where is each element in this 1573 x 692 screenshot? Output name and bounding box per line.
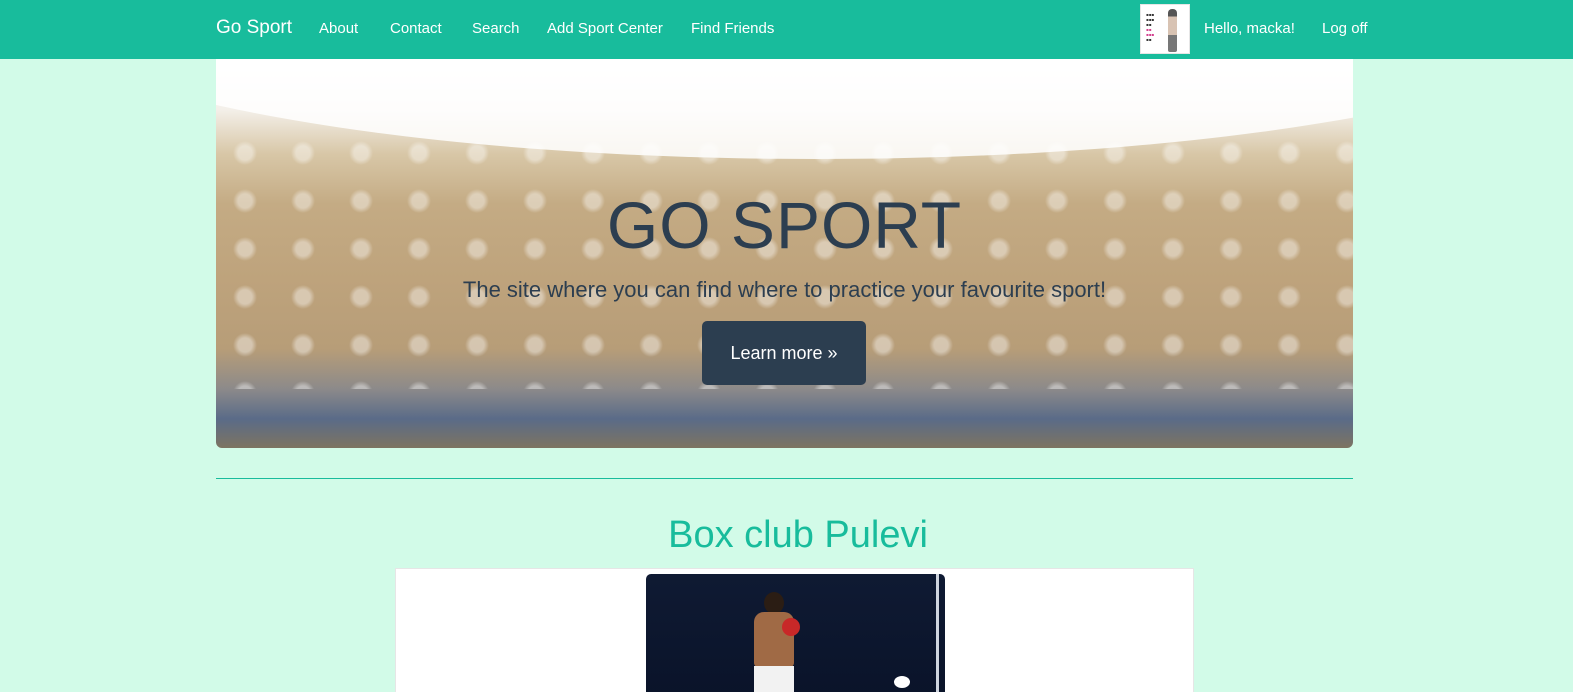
section-divider [216,478,1353,479]
user-avatar[interactable]: ▪▪▪ ▪▪▪ ▪▪ ▪▪ ▪▪▪ ▪▪ [1140,4,1190,54]
hero-subtitle: The site where you can find where to pra… [462,277,1107,302]
avatar-image-art: ▪▪▪ ▪▪▪ ▪▪ ▪▪ ▪▪▪ ▪▪ [1146,12,1155,42]
user-greeting-link[interactable]: Hello, macka! [1204,20,1295,37]
boxing-glove-icon [782,618,800,636]
hero-title: GO SPORT [606,188,963,262]
opponent-glove [894,676,910,688]
avatar-figure [1168,9,1177,52]
boxer-figure [746,588,804,692]
club-photo[interactable] [646,574,945,692]
hero-jumbotron: GO SPORT The site where you can find whe… [216,59,1353,448]
learn-more-button[interactable]: Learn more » [702,321,866,385]
nav-add-sport-center-link[interactable]: Add Sport Center [547,20,663,37]
top-navbar: Go Sport About Contact Search Add Sport … [0,0,1573,59]
log-off-link[interactable]: Log off [1322,20,1368,37]
nav-about-link[interactable]: About [319,20,358,37]
nav-search-link[interactable]: Search [472,20,520,37]
brand-link[interactable]: Go Sport [216,17,292,39]
ring-rope [936,574,939,692]
club-name-heading: Box club Pulevi [668,514,928,556]
nav-contact-link[interactable]: Contact [390,20,442,37]
club-card [395,568,1194,692]
nav-find-friends-link[interactable]: Find Friends [691,20,774,37]
